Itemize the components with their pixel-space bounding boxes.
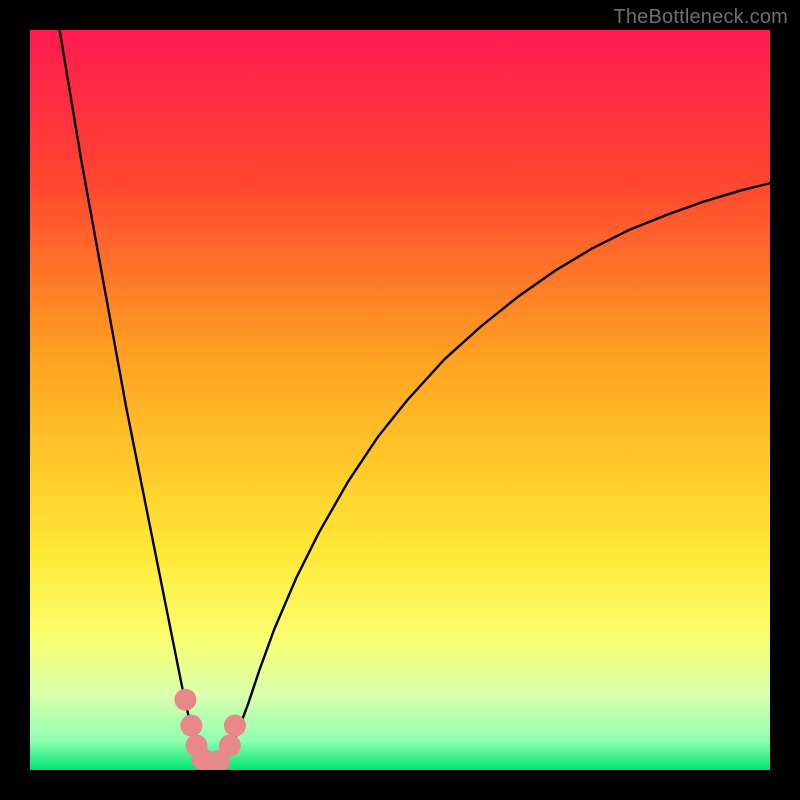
chart-plot-area: [30, 30, 770, 770]
chart-background: [30, 30, 770, 770]
marker-point: [180, 715, 202, 737]
chart-frame: TheBottleneck.com: [0, 0, 800, 800]
marker-point: [224, 715, 246, 737]
chart-svg: [30, 30, 770, 770]
watermark-text: TheBottleneck.com: [613, 6, 788, 29]
marker-point: [174, 689, 196, 711]
marker-point: [219, 735, 241, 757]
